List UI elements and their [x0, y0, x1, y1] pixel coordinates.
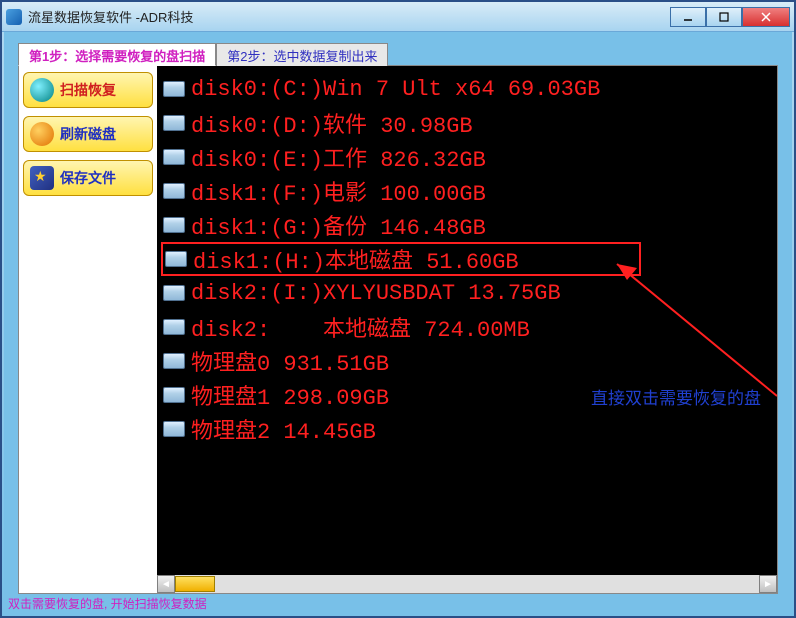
disk-row[interactable]: disk0:(E:)工作 826.32GB: [161, 140, 777, 174]
refresh-disk-button[interactable]: 刷新磁盘: [23, 116, 153, 152]
disk-row[interactable]: disk1:(F:)电影 100.00GB: [161, 174, 777, 208]
scroll-right-button[interactable]: ►: [759, 575, 777, 593]
scan-icon: [30, 78, 54, 102]
scan-recover-button[interactable]: 扫描恢复: [23, 72, 153, 108]
drive-icon: [163, 319, 185, 335]
drive-icon: [163, 81, 185, 97]
app-window: 流星数据恢复软件 -ADR科技 第1步：选择需要恢复的盘扫描 第2步：选中数据复…: [0, 0, 796, 618]
drive-icon: [163, 285, 185, 301]
disk-row[interactable]: 物理盘2 14.45GB: [161, 412, 777, 446]
save-label: 保存文件: [60, 168, 116, 188]
save-icon: [30, 166, 54, 190]
tab-step1[interactable]: 第1步：选择需要恢复的盘扫描: [18, 43, 216, 66]
disk-row[interactable]: disk1:(H:)本地磁盘 51.60GB: [161, 242, 641, 276]
disk-text: disk0:(C:)Win 7 Ult x64 69.03GB: [191, 77, 600, 102]
disk-list-panel: disk0:(C:)Win 7 Ult x64 69.03GB disk0:(D:…: [157, 66, 777, 593]
titlebar: 流星数据恢复软件 -ADR科技: [2, 2, 794, 32]
close-button[interactable]: [742, 7, 790, 27]
disk-text: disk1:(F:)电影 100.00GB: [191, 175, 486, 207]
close-icon: [761, 12, 771, 22]
disk-text: disk0:(E:)工作 826.32GB: [191, 141, 486, 173]
refresh-label: 刷新磁盘: [60, 124, 116, 144]
disk-text: disk2: 本地磁盘 724.00MB: [191, 311, 530, 343]
disk-text: 物理盘2 14.45GB: [191, 413, 376, 445]
disk-text: disk0:(D:)软件 30.98GB: [191, 107, 473, 139]
status-bar: 双击需要恢复的盘, 开始扫描恢复数据: [8, 595, 207, 612]
tab-step2[interactable]: 第2步：选中数据复制出来: [216, 43, 388, 66]
scroll-thumb[interactable]: [175, 576, 215, 592]
main-area: 扫描恢复 刷新磁盘 保存文件 disk0:(C:)Win 7 Ult x64 6…: [18, 66, 778, 594]
disk-row[interactable]: disk0:(C:)Win 7 Ult x64 69.03GB: [161, 72, 777, 106]
disk-row[interactable]: disk0:(D:)软件 30.98GB: [161, 106, 777, 140]
refresh-icon: [30, 122, 54, 146]
disk-row[interactable]: 物理盘0 931.51GB: [161, 344, 777, 378]
app-icon: [6, 9, 22, 25]
disk-row[interactable]: disk1:(G:)备份 146.48GB: [161, 208, 777, 242]
drive-icon: [163, 387, 185, 403]
step-tabs: 第1步：选择需要恢复的盘扫描 第2步：选中数据复制出来: [18, 42, 778, 66]
drive-icon: [165, 251, 187, 267]
maximize-icon: [719, 12, 729, 22]
drive-icon: [163, 421, 185, 437]
drive-icon: [163, 353, 185, 369]
disk-text: 物理盘1 298.09GB: [191, 379, 389, 411]
scroll-left-button[interactable]: ◄: [157, 575, 175, 593]
save-file-button[interactable]: 保存文件: [23, 160, 153, 196]
minimize-icon: [683, 12, 693, 22]
disk-row[interactable]: disk2:(I:)XYLYUSBDAT 13.75GB: [161, 276, 777, 310]
maximize-button[interactable]: [706, 7, 742, 27]
window-title: 流星数据恢复软件 -ADR科技: [28, 7, 670, 26]
disk-text: disk2:(I:)XYLYUSBDAT 13.75GB: [191, 281, 561, 306]
disk-text: 物理盘0 931.51GB: [191, 345, 389, 377]
drive-icon: [163, 217, 185, 233]
minimize-button[interactable]: [670, 7, 706, 27]
drive-icon: [163, 115, 185, 131]
drive-icon: [163, 183, 185, 199]
drive-icon: [163, 149, 185, 165]
client-area: 第1步：选择需要恢复的盘扫描 第2步：选中数据复制出来 扫描恢复 刷新磁盘 保存…: [4, 32, 792, 614]
disk-row[interactable]: disk2: 本地磁盘 724.00MB: [161, 310, 777, 344]
horizontal-scrollbar[interactable]: ◄ ►: [157, 575, 777, 593]
disk-text: disk1:(G:)备份 146.48GB: [191, 209, 486, 241]
sidebar: 扫描恢复 刷新磁盘 保存文件: [19, 66, 157, 593]
annotation-text: 直接双击需要恢复的盘: [591, 384, 761, 409]
disk-text: disk1:(H:)本地磁盘 51.60GB: [193, 243, 519, 275]
scan-label: 扫描恢复: [60, 80, 116, 100]
window-controls: [670, 7, 790, 27]
